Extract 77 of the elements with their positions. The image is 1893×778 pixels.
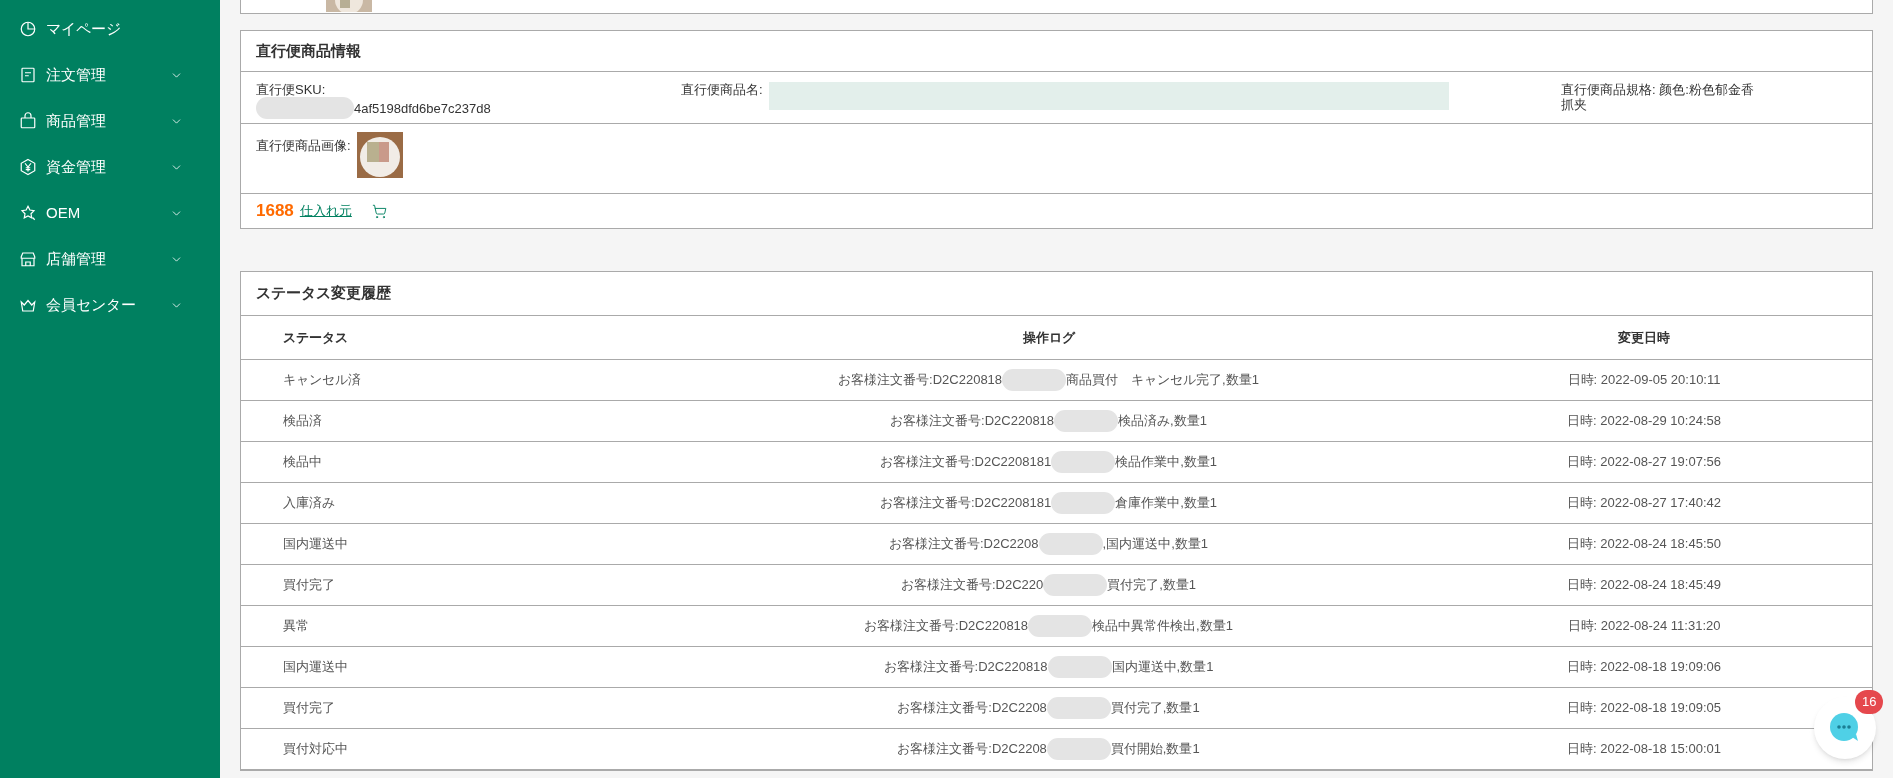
column-header: 変更日時	[1617, 328, 1671, 347]
table-cell-text: 国内運送中	[282, 658, 349, 677]
table-cell-text: 日時: 2022-08-18 19:09:06	[1567, 658, 1721, 677]
table-cell-text: 日時: 2022-09-05 20:10:11	[1567, 371, 1721, 390]
sidebar-item[interactable]: 資金管理	[0, 144, 220, 190]
table-cell-text: 日時: 2022-08-18 15:00:01	[1567, 740, 1721, 759]
redaction-blur	[1043, 574, 1108, 596]
sidebar-item[interactable]: OEM	[0, 190, 220, 236]
redaction-blur	[1046, 738, 1111, 760]
table-cell-text: お客様注文番号:D2C2208181	[879, 494, 1052, 513]
redaction-blur	[1038, 533, 1103, 555]
store-icon	[19, 250, 37, 268]
sidebar-item[interactable]: マイページ	[0, 6, 220, 52]
table-cell-text: 異常	[282, 617, 310, 636]
sidebar-item[interactable]: 会員センター	[0, 282, 220, 328]
table-cell-text: 国内運送中	[282, 535, 349, 554]
table-cell-text: お客様注文番号:D2C220	[900, 576, 1044, 595]
table-cell-text: 買付開始,数量1	[1110, 740, 1200, 759]
table-cell-text: お客様注文番号:D2C220818	[883, 658, 1048, 677]
redaction-blur	[1028, 615, 1093, 637]
table-cell-text: 商品買付 キャンセル完了,数量1	[1066, 371, 1259, 390]
table-cell-text: 検品済	[282, 412, 323, 431]
table-cell-text: お客様注文番号:D2C2208	[897, 699, 1047, 718]
table-cell-text: 倉庫作業中,数量1	[1115, 494, 1218, 513]
table-cell-text: ,国内運送中,数量1	[1102, 535, 1208, 554]
sidebar-item[interactable]: 注文管理	[0, 52, 220, 98]
table-cell-text: 検品中異常件検出,数量1	[1092, 617, 1233, 636]
redaction-blur	[1051, 492, 1116, 514]
cart-icon[interactable]	[371, 203, 387, 219]
table-cell-text: 国内運送中,数量1	[1111, 658, 1214, 677]
table-cell-text: 買付対応中	[282, 740, 349, 759]
column-header: ステータス	[282, 328, 349, 347]
table-cell-text: 日時: 2022-08-27 19:07:56	[1567, 453, 1721, 472]
sku-label: 直行便SKU:	[256, 82, 327, 97]
table-cell-text: 買付完了,数量1	[1110, 699, 1200, 718]
table-cell-text: 買付完了,数量1	[1107, 576, 1197, 595]
table-cell-text: 日時: 2022-08-27 17:40:42	[1567, 494, 1721, 513]
star-icon	[19, 204, 37, 222]
pie-chart-icon	[19, 20, 37, 38]
redaction-blur	[1002, 369, 1067, 391]
redaction-blur	[1054, 410, 1119, 432]
table-cell-text: 日時: 2022-08-18 19:09:05	[1567, 699, 1721, 718]
notification-badge: 16	[1855, 690, 1884, 714]
bag-icon	[19, 112, 37, 130]
table-cell-text: お客様注文番号:D2C220818	[864, 617, 1029, 636]
table-cell-text: 買付完了	[282, 699, 336, 718]
table-cell-text: 入庫済み	[282, 494, 336, 513]
source-link[interactable]: 仕入れ元	[299, 201, 352, 221]
product-spec: 直行便商品規格: 颜色:粉色郁金香抓夹	[1561, 82, 1755, 112]
redaction-blur	[1046, 697, 1111, 719]
sidebar-item[interactable]: 店舗管理	[0, 236, 220, 282]
image-label: 直行便商品画像:	[256, 137, 351, 155]
table-cell-text: お客様注文番号:D2C2208	[889, 535, 1039, 554]
table-cell-text: 日時: 2022-08-29 10:24:58	[1567, 412, 1721, 431]
table-cell-text: お客様注文番号:D2C220818	[838, 371, 1003, 390]
panel-title: 直行便商品情報	[241, 31, 1872, 72]
table-cell-text: 日時: 2022-08-24 18:45:49	[1567, 576, 1721, 595]
column-header: 操作ログ	[1021, 328, 1077, 347]
table-cell-text: 日時: 2022-08-24 11:31:20	[1567, 617, 1721, 636]
sidebar-item[interactable]: 商品管理	[0, 98, 220, 144]
table-cell-text: キャンセル済	[282, 371, 362, 390]
yen-icon	[19, 158, 37, 176]
document-icon	[19, 66, 37, 84]
source-brand: 1688	[256, 200, 294, 223]
table-cell-text: 検品中	[282, 453, 323, 472]
panel-title: ステータス変更履歴	[241, 272, 1872, 316]
table-cell-text: お客様注文番号:D2C220818	[890, 412, 1055, 431]
table-cell-text: お客様注文番号:D2C2208	[897, 740, 1047, 759]
product-name-label: 直行便商品名:	[681, 82, 763, 97]
redaction-blur	[1051, 451, 1116, 473]
sku-value: 4af5198dfd6be7c237d8	[354, 100, 491, 116]
table-cell-text: 検品済み,数量1	[1118, 412, 1207, 431]
table-cell-text: 日時: 2022-08-24 18:45:50	[1567, 535, 1721, 554]
table-cell-text: お客様注文番号:D2C2208181	[879, 453, 1052, 472]
redaction-blur	[1047, 656, 1112, 678]
table-cell-text: 買付完了	[282, 576, 336, 595]
table-cell-text: 検品作業中,数量1	[1115, 453, 1218, 472]
